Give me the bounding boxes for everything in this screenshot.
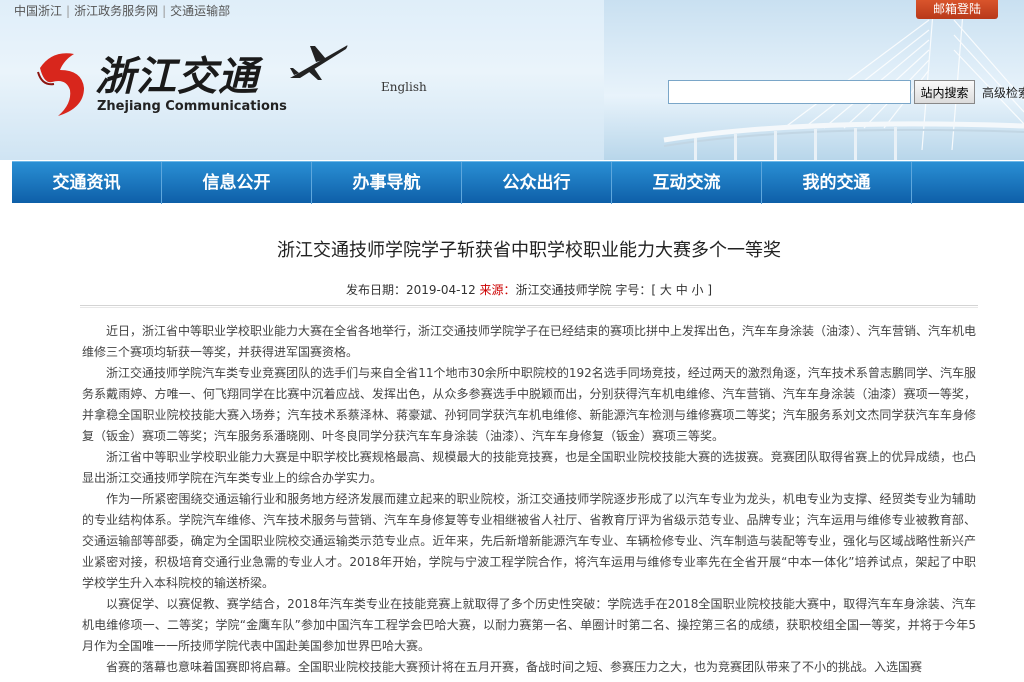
article: 浙江交通技师学院学子斩获省中职学校职业能力大赛多个一等奖 发布日期：2019-0… bbox=[80, 203, 978, 678]
toplink-ministry[interactable]: 交通运输部 bbox=[168, 4, 232, 18]
article-meta: 发布日期：2019-04-12 来源：浙江交通技师学院 字号：[ 大 中 小 ] bbox=[80, 281, 978, 297]
zhejiang-communications-logo-icon bbox=[37, 53, 84, 116]
article-paragraph: 浙江省中等职业学校职业能力大赛是中职学校比赛规格最高、规模最大的技能竞技赛，也是… bbox=[82, 450, 976, 485]
nav-item-public-travel[interactable]: 公众出行 bbox=[462, 162, 612, 204]
article-paragraph: 省赛的落幕也意味着国赛即将启幕。全国职业院校技能大赛预计将在五月开赛，备战时间之… bbox=[106, 660, 923, 674]
article-body: 近日，浙江省中等职业学校职业能力大赛在全省各地举行，浙江交通技师学院学子在已经结… bbox=[80, 321, 978, 678]
article-source: 浙江交通技师学院 bbox=[515, 283, 612, 297]
toplink-zhejiang[interactable]: 中国浙江 bbox=[12, 4, 64, 18]
logo-english-text: Zhejiang Communications bbox=[97, 99, 287, 114]
nav-item-service-guide[interactable]: 办事导航 bbox=[312, 162, 462, 204]
nav-item-my-transport[interactable]: 我的交通 bbox=[762, 162, 912, 204]
mail-login-button[interactable]: 邮箱登陆 bbox=[916, 0, 998, 19]
site-search-button[interactable]: 站内搜索 bbox=[914, 80, 975, 104]
article-paragraph: 作为一所紧密围绕交通运输行业和服务地方经济发展而建立起来的职业院校，浙江交通技师… bbox=[82, 492, 976, 590]
nav-item-transport-news[interactable]: 交通资讯 bbox=[12, 162, 162, 204]
english-version-link[interactable]: English bbox=[381, 80, 427, 94]
main-navigation: 交通资讯 信息公开 办事导航 公众出行 互动交流 我的交通 bbox=[12, 161, 1024, 204]
publish-date: 2019-04-12 bbox=[405, 283, 476, 297]
article-paragraph: 近日，浙江省中等职业学校职业能力大赛在全省各地举行，浙江交通技师学院学子在已经结… bbox=[82, 324, 977, 359]
toplink-separator: | bbox=[162, 4, 167, 18]
article-paragraph: 以赛促学、以赛促教、赛学结合，2018年汽车类专业在技能竞赛上就取得了多个历史性… bbox=[82, 597, 976, 653]
top-links: 中国浙江 | 浙江政务服务网 | 交通运输部 bbox=[12, 2, 232, 19]
toplink-separator: | bbox=[66, 4, 71, 18]
nav-item-interaction[interactable]: 互动交流 bbox=[612, 162, 762, 204]
article-title: 浙江交通技师学院学子斩获省中职学校职业能力大赛多个一等奖 bbox=[277, 240, 781, 261]
toplink-gov-service[interactable]: 浙江政务服务网 bbox=[72, 4, 160, 18]
site-header: 中国浙江 | 浙江政务服务网 | 交通运输部 邮箱登陆 浙江交通 Zhejiang Co… bbox=[0, 0, 1024, 160]
nav-item-info-disclosure[interactable]: 信息公开 bbox=[162, 162, 312, 204]
source-label: 来源： bbox=[479, 283, 516, 297]
advanced-search-link[interactable]: 高级检索 bbox=[982, 84, 1024, 101]
logo-chinese-text: 浙江交通 bbox=[95, 53, 259, 100]
airplane-icon bbox=[290, 45, 348, 80]
site-search-input[interactable] bbox=[668, 80, 911, 104]
article-paragraph: 浙江交通技师学院汽车类专业竞赛团队的选手们与来自全省11个地市30余所中职院校的… bbox=[82, 366, 976, 443]
date-label: 发布日期： bbox=[345, 283, 406, 297]
font-size-switcher[interactable]: 字号：[ 大 中 小 ] bbox=[615, 283, 712, 297]
title-divider bbox=[80, 305, 978, 308]
